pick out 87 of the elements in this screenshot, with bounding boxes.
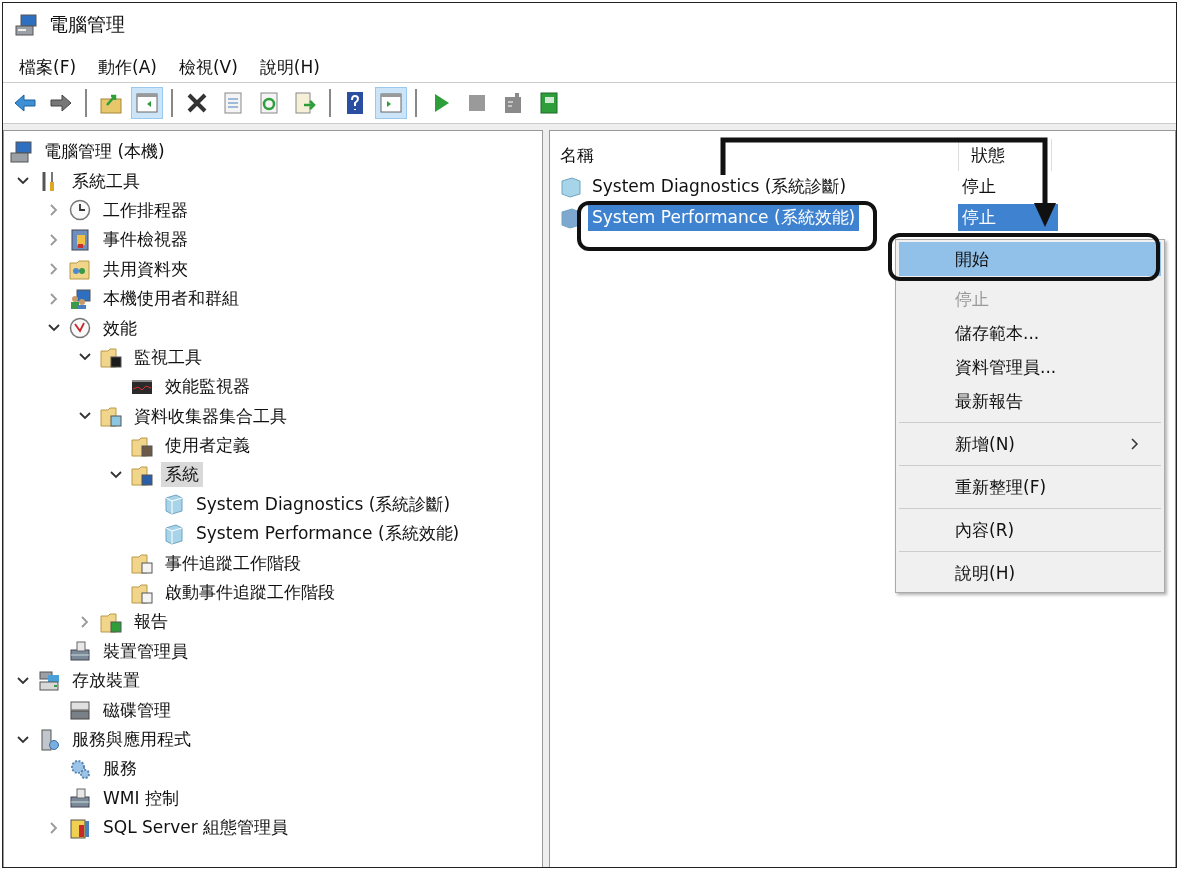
tree-pane-icon (135, 91, 159, 115)
clock-icon (69, 199, 91, 222)
tree-item[interactable]: 本機使用者和群組 (99, 286, 243, 312)
tree-item[interactable]: WMI 控制 (99, 785, 183, 811)
shared-icon (69, 258, 91, 281)
forward-icon (49, 91, 73, 115)
properties-icon (221, 91, 245, 115)
device-icon (69, 640, 91, 663)
computer-icon (10, 140, 32, 163)
tree-item[interactable]: 服務與應用程式 (68, 727, 195, 752)
folder-icon (131, 552, 153, 575)
sql-icon (69, 816, 91, 839)
tree-item[interactable]: 存放裝置 (68, 668, 144, 694)
column-header[interactable]: 名稱 (550, 139, 959, 171)
folder-icon (131, 464, 153, 486)
tree-item[interactable]: 磁碟管理 (99, 697, 175, 723)
chevron-right-icon[interactable] (48, 204, 60, 217)
menu-item[interactable]: 說明(H) (899, 556, 1161, 590)
cube-icon (162, 493, 184, 516)
device-icon (69, 787, 91, 810)
tree-item[interactable]: 電腦管理 (本機) (40, 139, 169, 165)
gauge-icon (69, 317, 91, 340)
column-header[interactable]: 狀態 (959, 139, 1052, 171)
export-icon (293, 91, 317, 115)
tree-item[interactable]: SQL Server 組態管理員 (99, 815, 293, 841)
menu-item[interactable]: 儲存範本... (899, 316, 1161, 350)
refresh-icon (257, 91, 281, 115)
folder-icon (100, 610, 122, 633)
cube-icon (560, 175, 582, 198)
menu-item[interactable]: 重新整理(F) (899, 470, 1161, 504)
menu-item[interactable]: 動作(A) (98, 53, 157, 82)
storage-icon (38, 669, 60, 692)
computer-icon (15, 14, 37, 36)
menu-item[interactable]: 檔案(F) (19, 53, 77, 82)
window-title: 電腦管理 (49, 12, 125, 37)
disk-icon (69, 699, 91, 722)
tree-item[interactable]: 服務 (99, 756, 141, 782)
chevron-down-icon[interactable] (17, 674, 29, 687)
tree-pane-button[interactable] (131, 87, 163, 119)
gear-icon (69, 757, 91, 780)
server-icon (38, 728, 60, 751)
chevron-right-icon[interactable] (48, 292, 60, 305)
menu-item[interactable]: 內容(R) (899, 513, 1161, 547)
tree-item[interactable]: 共用資料夾 (99, 256, 192, 282)
list-item[interactable]: System Performance (系統效能) (588, 204, 860, 231)
menu-item[interactable]: 新增(N) (899, 427, 1161, 461)
chevron-right-icon[interactable] (48, 263, 60, 276)
tree-item[interactable]: 效能 (99, 315, 141, 341)
tree-item[interactable]: 裝置管理員 (99, 638, 192, 664)
status-text: 停止 (961, 175, 997, 198)
tree-item[interactable]: 啟動事件追蹤工作階段 (161, 580, 339, 606)
folder-icon (100, 405, 122, 428)
chevron-down-icon[interactable] (110, 469, 122, 481)
book-icon (537, 91, 561, 115)
chevron-right-icon[interactable] (48, 233, 60, 246)
tree-item[interactable]: 工作排程器 (99, 197, 192, 223)
list-item[interactable]: System Diagnostics (系統診斷) (588, 173, 851, 200)
tree-item[interactable]: 事件檢視器 (99, 227, 192, 253)
tree-item[interactable]: 系統 (161, 462, 203, 488)
tree-item[interactable]: System Performance (系統效能) (192, 521, 464, 547)
menu-item[interactable]: 最新報告 (899, 384, 1161, 418)
tree-item[interactable]: 事件追蹤工作階段 (161, 550, 305, 576)
folder-icon (100, 346, 122, 369)
back-icon (13, 91, 37, 115)
menu-item[interactable]: 開始 (899, 242, 1161, 276)
tree-item[interactable]: 監視工具 (130, 344, 206, 370)
delete-icon (185, 91, 209, 115)
chevron-right-icon[interactable] (79, 615, 91, 628)
folder-icon (131, 581, 153, 604)
tree-item[interactable]: 報告 (130, 609, 172, 635)
folder-icon (131, 434, 153, 457)
menu-item[interactable]: 資料管理員... (899, 350, 1161, 384)
tree-item[interactable]: 資料收集器集合工具 (130, 403, 291, 429)
menu-item[interactable]: 說明(H) (259, 53, 320, 82)
tree-item[interactable]: System Diagnostics (系統診斷) (192, 491, 455, 517)
action-pane-icon (379, 91, 403, 115)
chevron-down-icon[interactable] (17, 733, 29, 746)
chevron-right-icon[interactable] (48, 821, 60, 834)
cube-icon (162, 522, 184, 545)
tree-item[interactable]: 系統工具 (68, 168, 144, 194)
chevron-right-icon (1131, 438, 1139, 450)
menu-item[interactable]: 檢視(V) (178, 53, 238, 82)
tree-item[interactable]: 使用者定義 (161, 433, 254, 459)
status-text: 停止 (958, 204, 1058, 231)
log-icon (69, 228, 91, 251)
users-icon (69, 287, 91, 310)
tree-item[interactable]: 效能監視器 (161, 374, 254, 400)
